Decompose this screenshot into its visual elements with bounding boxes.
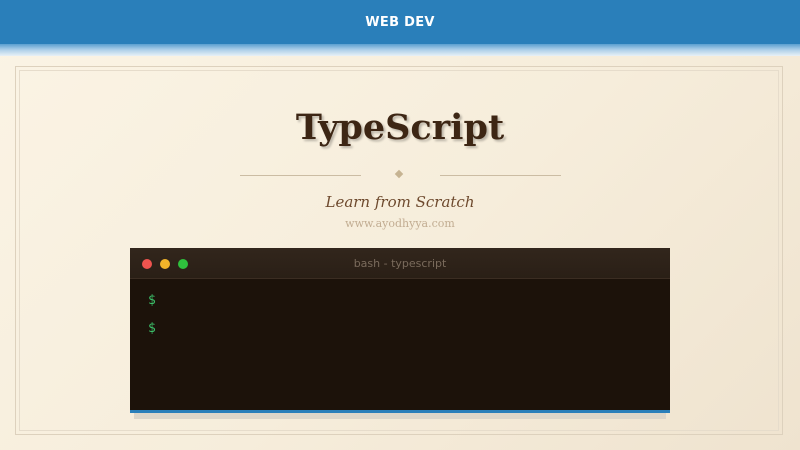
category-label: WEB DEV bbox=[365, 14, 435, 30]
terminal-window: bash - typescript $ $ bbox=[130, 248, 670, 413]
terminal-title: bash - typescript bbox=[353, 257, 447, 270]
top-banner: WEB DEV bbox=[0, 0, 800, 44]
subtitle: Learn from Scratch bbox=[325, 193, 475, 211]
terminal-titlebar: bash - typescript bbox=[130, 248, 670, 279]
banner-fade bbox=[0, 44, 800, 56]
page-title: TypeScript bbox=[295, 107, 505, 148]
terminal-prompt: $ bbox=[148, 293, 156, 308]
divider-left bbox=[240, 175, 361, 176]
divider-right bbox=[440, 175, 561, 176]
site-url: www.ayodhyya.com bbox=[345, 217, 455, 230]
terminal-prompt: $ bbox=[148, 321, 156, 336]
